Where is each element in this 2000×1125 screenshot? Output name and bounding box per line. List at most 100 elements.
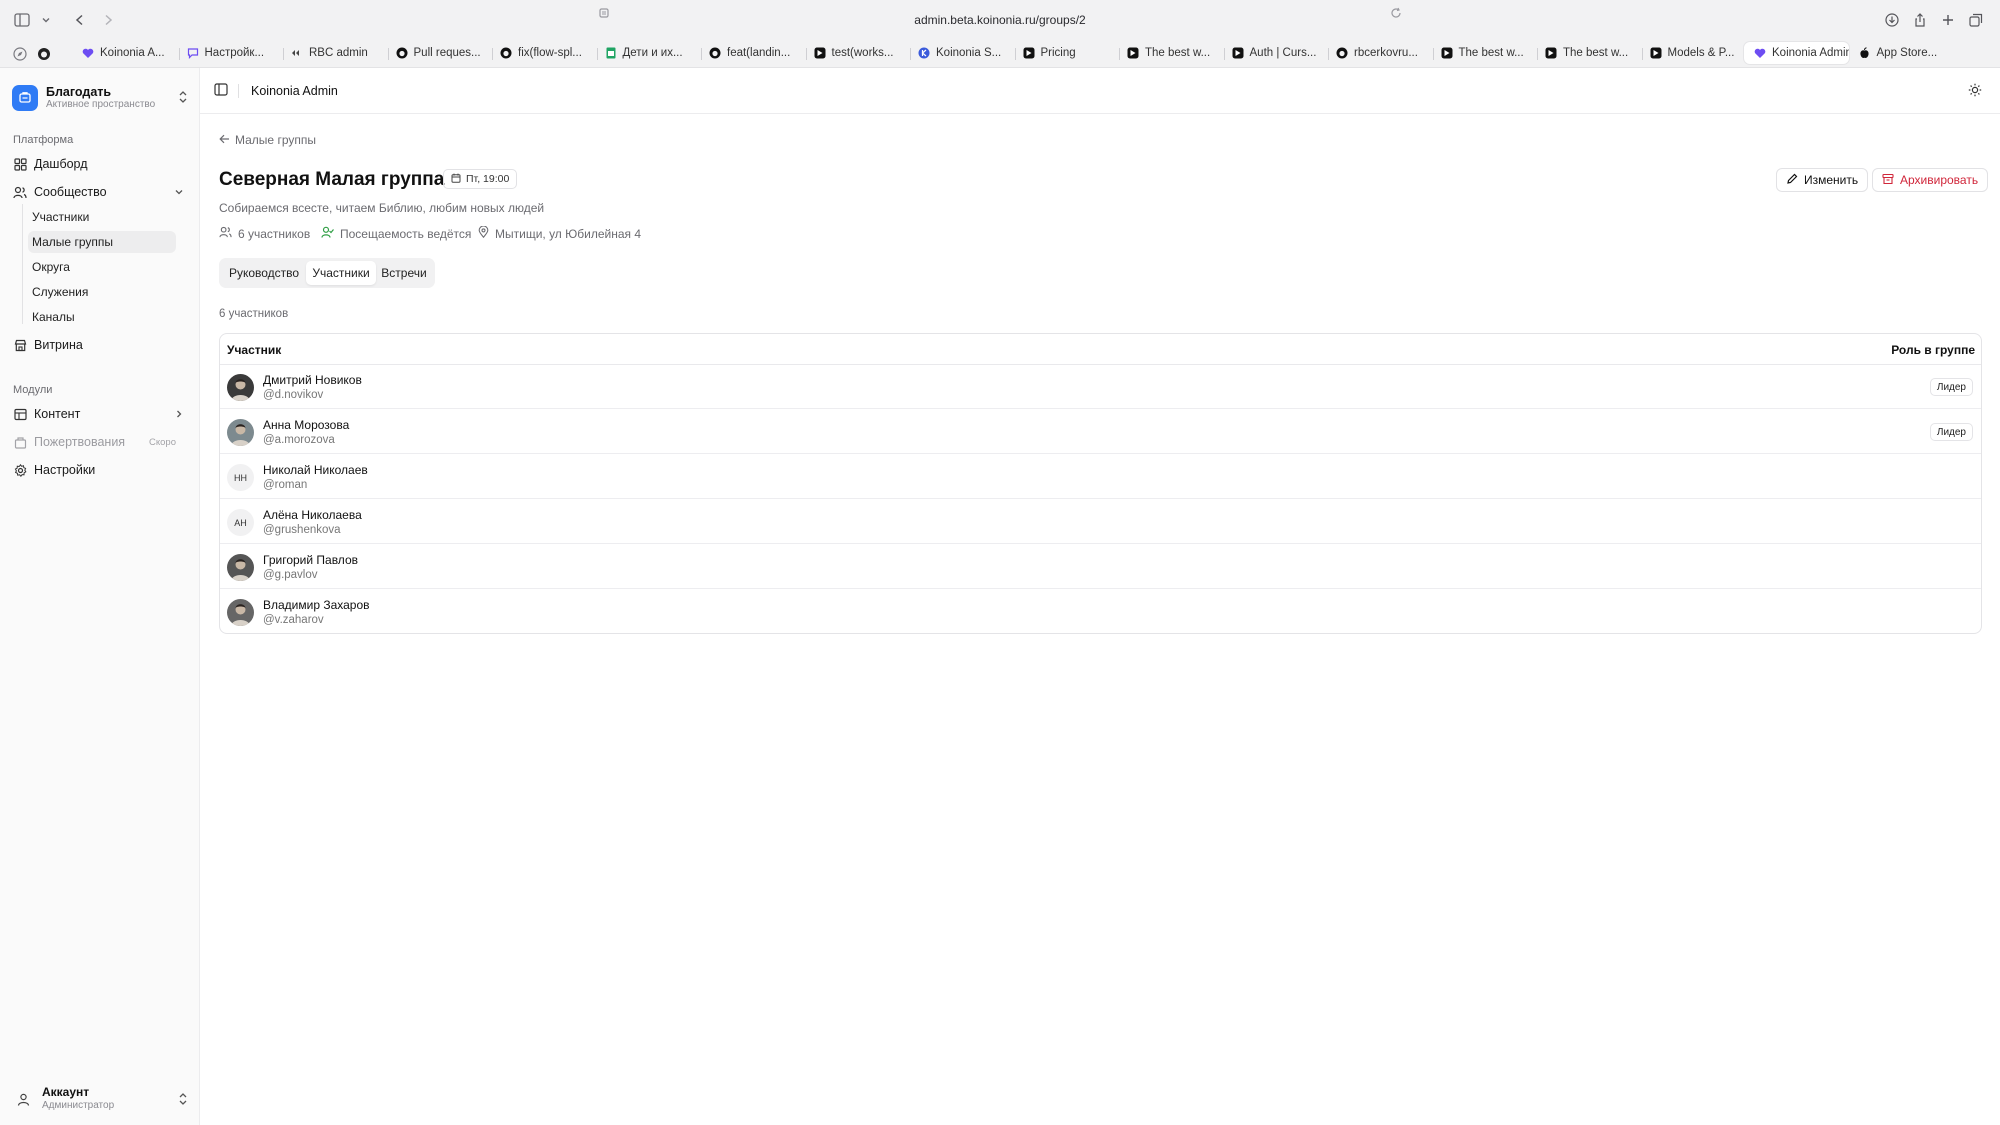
sidebar-item-donations: Пожертвования Скоро bbox=[8, 430, 192, 454]
section-label-modules: Модули bbox=[13, 384, 53, 396]
browser-tab-label: Pull reques... bbox=[413, 47, 481, 59]
member-handle: @g.pavlov bbox=[263, 569, 318, 581]
rbc-icon bbox=[291, 47, 303, 59]
browser-tab[interactable]: Koinonia A... bbox=[78, 42, 177, 64]
calendar-icon bbox=[451, 173, 461, 186]
edit-button[interactable]: Изменить bbox=[1776, 168, 1869, 192]
member-name: Алёна Николаева bbox=[263, 508, 362, 522]
chevron-right-icon[interactable] bbox=[174, 408, 184, 422]
browser-tab[interactable]: App Store... bbox=[1855, 42, 1945, 64]
sun-icon[interactable] bbox=[1968, 83, 1982, 102]
avatar bbox=[227, 554, 254, 581]
content-layout-icon bbox=[13, 407, 27, 421]
meta-members: 6 участников bbox=[219, 226, 310, 241]
sidebar-item-label: Витрина bbox=[34, 338, 83, 352]
browser-tab[interactable]: The best w... bbox=[1541, 42, 1640, 64]
download-icon[interactable] bbox=[1880, 8, 1904, 32]
member-name: Владимир Захаров bbox=[263, 598, 370, 612]
table-row[interactable]: Дмитрий Новиков @d.novikov Лидер bbox=[220, 365, 1981, 409]
koinonia-heart-icon bbox=[82, 47, 94, 59]
address-bar[interactable]: admin.beta.koinonia.ru/groups/2 bbox=[590, 8, 1410, 32]
archive-button-label: Архивировать bbox=[1900, 173, 1979, 187]
avatar bbox=[227, 599, 254, 626]
workspace-name: Благодать bbox=[46, 85, 112, 100]
soon-badge: Скоро bbox=[149, 436, 176, 448]
meta-location-label: Мытищи, ул Юбилейная 4 bbox=[495, 226, 642, 241]
tab-separator bbox=[910, 48, 911, 60]
sidebar-item-showcase[interactable]: Витрина bbox=[8, 333, 192, 357]
browser-tab[interactable]: Дети и их... bbox=[601, 42, 700, 64]
member-name: Анна Морозова bbox=[263, 418, 350, 432]
sidebar-item-community[interactable]: Сообщество bbox=[8, 180, 192, 204]
table-row[interactable]: Анна Морозова @a.morozova Лидер bbox=[220, 410, 1981, 454]
tab-leadership[interactable]: Руководство bbox=[222, 261, 306, 285]
tab-meetings[interactable]: Встречи bbox=[376, 261, 432, 285]
browser-tab[interactable]: Pull reques... bbox=[392, 42, 491, 64]
chevron-down-icon[interactable] bbox=[34, 8, 58, 32]
members-count: 6 участников bbox=[219, 308, 289, 320]
browser-tab[interactable]: RBC admin bbox=[287, 42, 386, 64]
member-handle: @v.zaharov bbox=[263, 614, 324, 626]
sidebar-item-settings[interactable]: Настройки bbox=[8, 458, 192, 482]
sidebar-toggle-icon[interactable] bbox=[214, 83, 228, 101]
browser-tab[interactable]: The best w... bbox=[1437, 42, 1536, 64]
browser-tab[interactable]: test(works... bbox=[810, 42, 909, 64]
tab-separator bbox=[1537, 48, 1538, 60]
tab-separator bbox=[1328, 48, 1329, 60]
archive-button[interactable]: Архивировать bbox=[1872, 168, 1989, 192]
workspace-switcher[interactable]: Благодать Активное пространство bbox=[12, 82, 188, 114]
browser-tab[interactable]: Настройк... bbox=[183, 42, 282, 64]
meta-attendance: Посещаемость ведётся bbox=[321, 226, 471, 241]
map-pin-icon bbox=[478, 225, 489, 241]
table-row[interactable]: НН Николай Николаев @roman bbox=[220, 455, 1981, 499]
browser-tab[interactable]: rbcerkovru... bbox=[1332, 42, 1431, 64]
meeting-time-badge: Пт, 19:00 bbox=[443, 169, 518, 189]
table-row[interactable]: Григорий Павлов @g.pavlov bbox=[220, 545, 1981, 589]
forward-arrow-icon[interactable] bbox=[96, 8, 120, 32]
section-label-platform: Платформа bbox=[13, 134, 74, 146]
edit-button-label: Изменить bbox=[1804, 173, 1859, 187]
browser-tab[interactable]: Auth | Curs... bbox=[1228, 42, 1327, 64]
account-menu[interactable]: Аккаунт Администратор bbox=[12, 1084, 188, 1114]
sidebar-item-content[interactable]: Контент bbox=[8, 402, 192, 426]
chevron-down-icon[interactable] bbox=[174, 186, 184, 200]
table-row[interactable]: АН Алёна Николаева @grushenkova bbox=[220, 500, 1981, 544]
tab-members[interactable]: Участники bbox=[306, 261, 376, 285]
cursor-icon bbox=[1127, 47, 1139, 59]
sidebar-subitem-ministries[interactable]: Служения bbox=[28, 281, 176, 303]
meeting-time-label: Пт, 19:00 bbox=[466, 173, 510, 185]
share-icon[interactable] bbox=[1908, 8, 1932, 32]
reload-icon[interactable] bbox=[1390, 6, 1402, 24]
browser-tab[interactable]: Koinonia S... bbox=[914, 42, 1013, 64]
table-row[interactable]: Владимир Захаров @v.zaharov bbox=[220, 590, 1981, 633]
safari-compass-icon[interactable] bbox=[8, 42, 32, 66]
browser-tab-label: Pricing bbox=[1040, 47, 1076, 59]
new-tab-icon[interactable] bbox=[1936, 8, 1960, 32]
cursor-icon bbox=[1545, 47, 1557, 59]
sidebar-item-dashboard[interactable]: Дашборд bbox=[8, 152, 192, 176]
sidebar-subitem-districts[interactable]: Округа bbox=[28, 256, 176, 278]
back-arrow-icon[interactable] bbox=[68, 8, 92, 32]
archive-icon bbox=[1882, 173, 1894, 188]
tab-separator bbox=[492, 48, 493, 60]
sidebar-toggle-icon[interactable] bbox=[10, 8, 34, 32]
browser-tab[interactable]: Pricing bbox=[1019, 42, 1118, 64]
browser-tab-label: test(works... bbox=[831, 47, 894, 59]
sidebar-subitem-channels[interactable]: Каналы bbox=[28, 306, 176, 328]
browser-tab-label: The best w... bbox=[1145, 47, 1211, 59]
member-name: Николай Николаев bbox=[263, 463, 368, 477]
back-link[interactable]: Малые группы bbox=[219, 133, 316, 147]
browser-tab[interactable]: fix(flow-spl... bbox=[496, 42, 595, 64]
browser-tab-label: Auth | Curs... bbox=[1249, 47, 1317, 59]
sidebar-subitem-small-groups[interactable]: Малые группы bbox=[28, 231, 176, 253]
user-icon bbox=[12, 1088, 34, 1110]
browser-tab[interactable]: Koinonia Admin bbox=[1744, 42, 1849, 64]
browser-tab[interactable]: The best w... bbox=[1123, 42, 1222, 64]
github-pinned-icon[interactable] bbox=[32, 42, 56, 66]
chevron-updown-icon bbox=[178, 1092, 188, 1111]
browser-tab[interactable]: Models & P... bbox=[1646, 42, 1745, 64]
sidebar-subitem-members[interactable]: Участники bbox=[28, 206, 176, 228]
browser-tab-label: The best w... bbox=[1563, 47, 1629, 59]
browser-tab[interactable]: feat(landin... bbox=[705, 42, 804, 64]
tab-overview-icon[interactable] bbox=[1964, 8, 1988, 32]
